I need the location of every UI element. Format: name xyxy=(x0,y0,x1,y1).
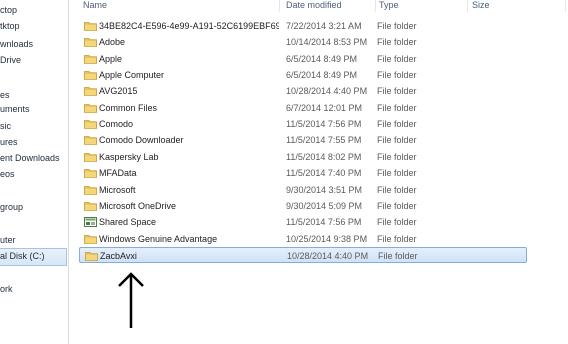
file-row[interactable]: Apple 6/5/2014 8:49 PM File folder xyxy=(79,51,527,67)
file-date-modified: 11/5/2014 7:55 PM xyxy=(286,135,362,146)
file-date-modified: 6/7/2014 12:01 PM xyxy=(286,102,363,113)
folder-icon xyxy=(84,168,97,179)
file-date-modified: 10/14/2014 8:53 PM xyxy=(286,37,368,48)
folder-icon xyxy=(84,201,97,211)
file-type: File folder xyxy=(377,217,417,228)
folder-icon xyxy=(84,54,97,64)
file-row[interactable]: Comodo 11/5/2014 7:56 PM File folder xyxy=(79,116,527,132)
file-type: File folder xyxy=(377,233,417,244)
file-row[interactable]: Apple Computer 6/5/2014 8:49 PM File folde… xyxy=(79,67,527,83)
folder-icon xyxy=(84,135,97,146)
file-date-modified: 11/5/2014 7:40 PM xyxy=(286,168,362,179)
file-type: File folder xyxy=(377,21,417,31)
file-type: File folder xyxy=(377,184,417,195)
file-name: Windows Genuine Advantage xyxy=(99,233,218,244)
file-type: File folder xyxy=(378,250,418,261)
file-row[interactable]: Common Files 6/7/2014 12:01 PM File folder xyxy=(79,100,527,116)
file-name: AVG2015 xyxy=(99,86,138,97)
file-type: File folder xyxy=(377,135,417,146)
file-row[interactable]: Comodo Downloader 11/5/2014 7:55 PM File f… xyxy=(79,132,527,148)
file-date-modified: 11/5/2014 7:56 PM xyxy=(286,119,362,130)
file-date-modified: 6/5/2014 8:49 PM xyxy=(286,70,358,81)
file-name: Shared Space xyxy=(99,217,157,228)
folder-icon xyxy=(84,234,97,244)
file-type: File folder xyxy=(377,102,417,113)
file-date-modified: 10/28/2014 4:40 PM xyxy=(286,86,368,97)
file-name: Kaspersky Lab xyxy=(99,151,159,162)
file-row[interactable]: Microsoft OneDrive 9/30/2014 5:09 PM File … xyxy=(79,198,527,214)
folder-icon xyxy=(84,103,97,113)
file-name: Apple xyxy=(99,53,123,64)
shared-folder-icon xyxy=(84,217,97,228)
folder-icon xyxy=(85,251,98,261)
folder-icon xyxy=(84,37,97,48)
file-type: File folder xyxy=(377,151,417,162)
folder-icon xyxy=(84,86,97,97)
file-date-modified: 9/30/2014 3:51 PM xyxy=(286,184,363,195)
file-name: 34BE82C4-E596-4e99-A191-52C6199EBF69 xyxy=(99,21,279,31)
file-row[interactable]: Shared Space 11/5/2014 7:56 PM File folder xyxy=(79,214,527,230)
file-list: 34BE82C4-E596-4e99-A191-52C6199EBF69 7/22… xyxy=(0,0,568,344)
file-date-modified: 7/22/2014 3:21 AM xyxy=(286,21,362,31)
folder-icon xyxy=(84,152,97,162)
file-type: File folder xyxy=(377,200,417,211)
file-row[interactable]: AVG2015 10/28/2014 4:40 PM File folder xyxy=(79,83,527,99)
file-type: File folder xyxy=(377,86,417,97)
file-name: Common Files xyxy=(99,102,158,113)
file-row[interactable]: MFAData 11/5/2014 7:40 PM File folder xyxy=(79,165,527,181)
folder-icon xyxy=(84,70,97,80)
file-type: File folder xyxy=(377,119,417,130)
file-type: File folder xyxy=(377,53,417,64)
file-name: Comodo xyxy=(99,119,134,130)
folder-icon xyxy=(84,21,97,31)
annotation-arrow-icon xyxy=(118,272,144,328)
file-date-modified: 10/28/2014 4:40 PM xyxy=(287,250,369,261)
file-date-modified: 9/30/2014 5:09 PM xyxy=(286,200,363,211)
file-name: Microsoft OneDrive xyxy=(99,200,177,211)
file-date-modified: 6/5/2014 8:49 PM xyxy=(286,53,358,64)
file-name: Comodo Downloader xyxy=(99,135,184,146)
file-name: Microsoft xyxy=(99,184,136,195)
file-name: Apple Computer xyxy=(99,70,165,81)
file-name: MFAData xyxy=(99,168,137,179)
file-date-modified: 10/25/2014 9:38 PM xyxy=(286,233,368,244)
file-name: ZacbAvxi xyxy=(100,250,137,261)
file-date-modified: 11/5/2014 8:02 PM xyxy=(286,151,362,162)
file-row[interactable]: 34BE82C4-E596-4e99-A191-52C6199EBF69 7/22… xyxy=(79,18,527,34)
file-row[interactable]: ZacbAvxi 10/28/2014 4:40 PM File folder xyxy=(79,246,527,263)
file-type: File folder xyxy=(377,168,417,179)
file-type: File folder xyxy=(377,70,417,81)
file-row[interactable]: Microsoft 9/30/2014 3:51 PM File folder xyxy=(79,182,527,198)
file-row[interactable]: Windows Genuine Advantage 10/25/2014 9:38… xyxy=(79,231,527,247)
file-type: File folder xyxy=(377,37,417,48)
file-row[interactable]: Kaspersky Lab 11/5/2014 8:02 PM File folde… xyxy=(79,149,527,165)
file-date-modified: 11/5/2014 7:56 PM xyxy=(286,217,362,228)
file-name: Adobe xyxy=(99,37,126,48)
folder-icon xyxy=(84,185,97,195)
file-row[interactable]: Adobe 10/14/2014 8:53 PM File folder xyxy=(79,34,527,50)
folder-icon xyxy=(84,119,97,129)
